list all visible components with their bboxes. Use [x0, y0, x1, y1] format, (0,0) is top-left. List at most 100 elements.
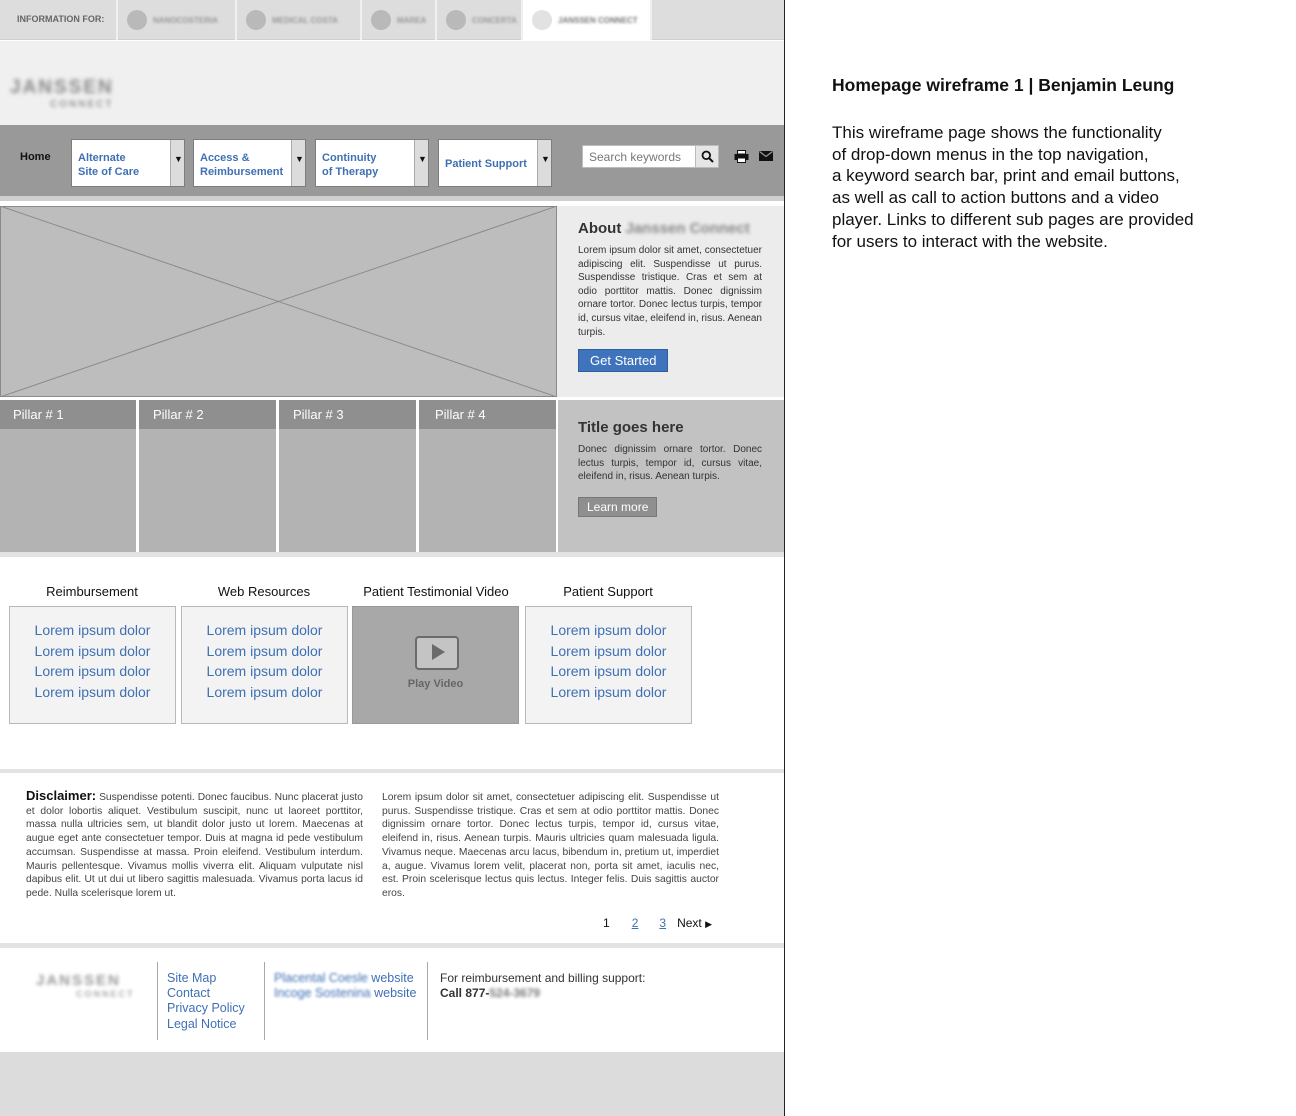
pillar-title: Pillar # 4	[419, 400, 556, 429]
chevron-down-icon[interactable]: ▼	[414, 140, 428, 186]
annotation-title: Homepage wireframe 1 | Benjamin Leung	[832, 75, 1175, 95]
external-site-link-1[interactable]: Placental Coesle website	[274, 971, 416, 986]
nav-dropdown-alternate-site[interactable]: Alternate Site of Care ▼	[71, 139, 185, 187]
about-panel: About Janssen Connect Lorem ipsum dolor …	[557, 206, 784, 397]
web-resource-link[interactable]: Lorem ipsum dolor	[182, 682, 347, 703]
page-current: 1	[603, 916, 610, 930]
page-bottom-band	[0, 1052, 784, 1116]
next-page-link[interactable]: Next ▶	[677, 916, 712, 930]
site-name: Incoge Sostenina	[274, 986, 371, 1001]
reimbursement-link[interactable]: Lorem ipsum dolor	[10, 682, 175, 703]
about-heading-text: About	[578, 220, 622, 237]
audience-tab-label: MEDICAL COSTA	[272, 15, 338, 25]
print-button[interactable]	[732, 147, 750, 165]
pillar-card-1[interactable]: Pillar # 1	[0, 400, 136, 552]
page-link-3[interactable]: 3	[659, 916, 666, 930]
audience-tab-2[interactable]: MEDICAL COSTA	[237, 0, 362, 40]
audience-tab-5-active[interactable]: JANSSEN CONNECT	[523, 0, 652, 40]
play-icon[interactable]	[415, 636, 459, 670]
search-button[interactable]	[695, 146, 718, 167]
pillar-card-3[interactable]: Pillar # 3	[279, 400, 416, 552]
promo-heading: Title goes here	[578, 419, 684, 436]
logo-line-1: JANSSEN	[36, 972, 121, 989]
brand-dot-icon	[246, 10, 266, 30]
footer-link-privacy[interactable]: Privacy Policy	[167, 1001, 245, 1016]
play-video-label: Play Video	[407, 678, 464, 690]
video-title: Patient Testimonial Video	[363, 584, 509, 599]
pillar-card-2[interactable]: Pillar # 2	[139, 400, 276, 552]
site-logo[interactable]: JANSSEN CONNECT	[10, 77, 112, 110]
about-text: Lorem ipsum dolor sit amet, consectetuer…	[578, 245, 762, 338]
dropdown-label-line: Alternate	[78, 152, 126, 164]
audience-tab-label: CONCERTA	[472, 15, 517, 25]
patient-support-link[interactable]: Lorem ipsum dolor	[526, 682, 691, 703]
pillar-title: Pillar # 3	[279, 400, 416, 429]
divider	[0, 552, 784, 557]
dropdown-label: Alternate Site of Care	[72, 140, 170, 186]
footer-divider	[157, 962, 158, 1040]
nav-dropdown-access-reimbursement[interactable]: Access & Reimbursement ▼	[193, 139, 306, 187]
get-started-button[interactable]: Get Started	[578, 349, 669, 373]
web-resource-link[interactable]: Lorem ipsum dolor	[182, 620, 347, 641]
pillar-card-4[interactable]: Pillar # 4	[419, 400, 556, 552]
site-suffix: website	[374, 986, 417, 1001]
annotation-line: for users to interact with the website.	[832, 231, 1108, 251]
reimbursement-link[interactable]: Lorem ipsum dolor	[10, 661, 175, 682]
dropdown-label-line: Site of Care	[78, 166, 140, 178]
brand-dot-icon	[127, 10, 147, 30]
search-bar	[582, 145, 719, 168]
dropdown-label-line: Reimbursement	[200, 166, 284, 178]
web-resource-link[interactable]: Lorem ipsum dolor	[182, 641, 347, 662]
image-placeholder-icon	[0, 205, 558, 398]
print-icon	[734, 149, 748, 163]
brand-dot-icon	[446, 10, 466, 30]
reimbursement-link[interactable]: Lorem ipsum dolor	[10, 620, 175, 641]
nav-home-link[interactable]: Home	[20, 151, 51, 163]
reimbursement-title: Reimbursement	[46, 584, 138, 599]
patient-support-title: Patient Support	[563, 584, 653, 599]
email-button[interactable]	[757, 147, 775, 165]
logo-line-2: CONNECT	[76, 989, 135, 999]
dropdown-label-line: Continuity	[322, 152, 377, 164]
footer-logo[interactable]: JANSSEN CONNECT	[36, 972, 135, 999]
footer-link-site-map[interactable]: Site Map	[167, 971, 245, 986]
footer-support: For reimbursement and billing support: C…	[440, 971, 645, 1001]
chevron-down-icon[interactable]: ▼	[537, 140, 551, 186]
learn-more-button[interactable]: Learn more	[578, 496, 658, 517]
footer-link-contact[interactable]: Contact	[167, 986, 245, 1001]
web-resource-link[interactable]: Lorem ipsum dolor	[182, 661, 347, 682]
nav-dropdown-continuity[interactable]: Continuity of Therapy ▼	[315, 139, 429, 187]
audience-tab-3[interactable]: MAREA	[362, 0, 437, 40]
audience-tab-label: MAREA	[397, 15, 427, 25]
search-input[interactable]	[583, 146, 695, 167]
patient-support-link[interactable]: Lorem ipsum dolor	[526, 661, 691, 682]
external-site-link-2[interactable]: Incoge Sostenina website	[274, 986, 416, 1001]
reimbursement-links-box: Lorem ipsum dolor Lorem ipsum dolor Lore…	[9, 606, 176, 724]
footer-link-legal[interactable]: Legal Notice	[167, 1017, 245, 1032]
pillar-title: Pillar # 2	[139, 400, 276, 429]
video-player[interactable]: Play Video	[352, 606, 519, 724]
site-footer: JANSSEN CONNECT Site Map Contact Privacy…	[0, 948, 784, 1052]
page-link-2[interactable]: 2	[632, 916, 639, 930]
call-label: Call 877-	[440, 986, 490, 1001]
site-header: JANSSEN CONNECT	[0, 41, 784, 125]
footer-external-links: Placental Coesle website Incoge Sostenin…	[274, 971, 416, 1001]
footer-links: Site Map Contact Privacy Policy Legal No…	[167, 971, 245, 1032]
patient-support-link[interactable]: Lorem ipsum dolor	[526, 641, 691, 662]
chevron-down-icon[interactable]: ▼	[291, 140, 305, 186]
support-text: For reimbursement and billing support:	[440, 971, 646, 985]
reimbursement-link[interactable]: Lorem ipsum dolor	[10, 641, 175, 662]
audience-tab-4[interactable]: CONCERTA	[437, 0, 523, 40]
dropdown-label: Access & Reimbursement	[194, 140, 291, 186]
patient-support-link[interactable]: Lorem ipsum dolor	[526, 620, 691, 641]
brand-dot-icon	[371, 10, 391, 30]
email-icon	[759, 151, 773, 161]
annotation-body: This wireframe page shows the functional…	[832, 122, 1232, 252]
chevron-down-icon[interactable]: ▼	[170, 140, 184, 186]
support-phone: Call 877-524-3679	[440, 986, 540, 1000]
audience-tab-1[interactable]: NANOCOSTERIA	[118, 0, 237, 40]
pillars-row: Pillar # 1 Pillar # 2 Pillar # 3 Pillar …	[0, 400, 556, 552]
audience-bar: INFORMATION FOR: NANOCOSTERIA MEDICAL CO…	[0, 0, 784, 40]
nav-dropdown-patient-support[interactable]: Patient Support ▼	[438, 139, 552, 187]
site-name: Placental Coesle	[274, 971, 368, 985]
